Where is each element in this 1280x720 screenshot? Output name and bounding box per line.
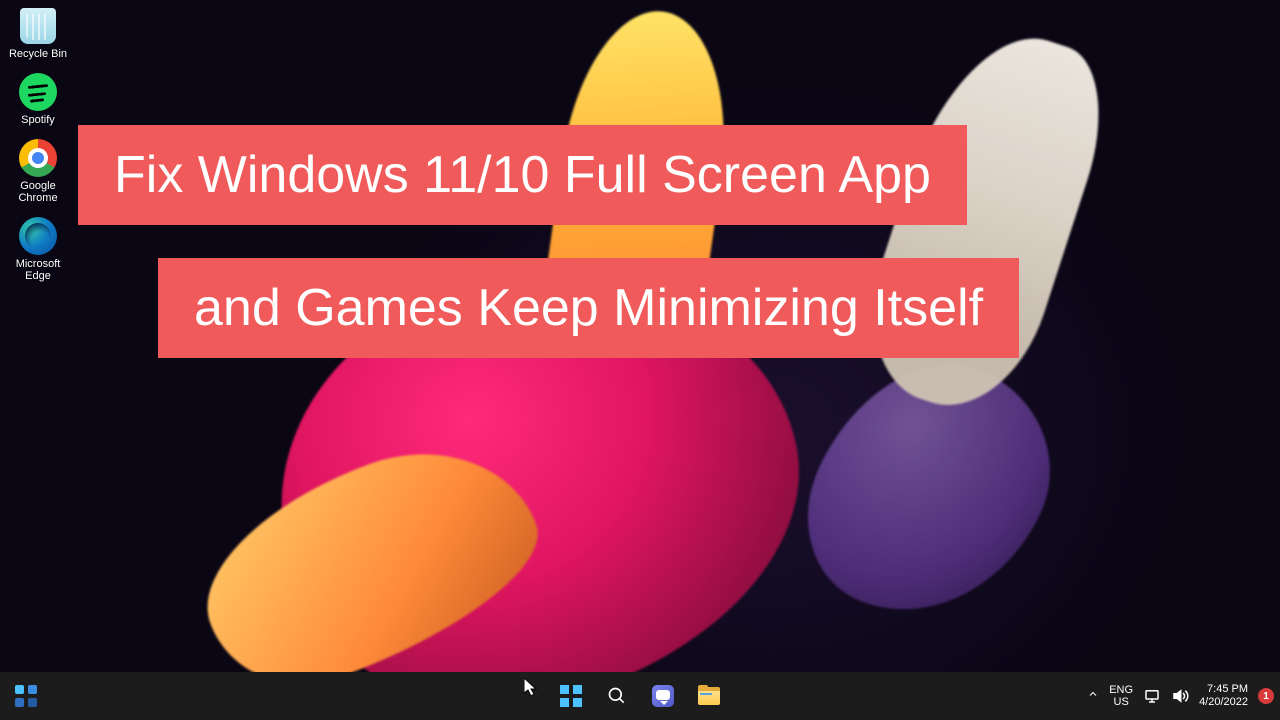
tray-date: 4/20/2022 — [1199, 696, 1248, 709]
desktop-icon-label: Microsoft Edge — [6, 258, 70, 282]
tray-volume-button[interactable] — [1171, 687, 1189, 705]
tray-clock-button[interactable]: 7:45 PM 4/20/2022 — [1199, 683, 1248, 708]
taskbar-widgets-button[interactable] — [6, 676, 46, 716]
file-explorer-icon — [698, 687, 720, 705]
overlay-title-line-1: Fix Windows 11/10 Full Screen App — [78, 125, 967, 225]
tray-network-button[interactable] — [1143, 687, 1161, 705]
edge-icon — [18, 216, 58, 256]
desktop-icon-recycle-bin[interactable]: Recycle Bin — [4, 4, 72, 62]
tray-language-top: ENG — [1109, 684, 1133, 696]
desktop-icon-chrome[interactable]: Google Chrome — [4, 136, 72, 206]
chat-icon — [652, 685, 674, 707]
taskbar-start-button[interactable] — [551, 676, 591, 716]
tray-time: 7:45 PM — [1199, 683, 1248, 696]
network-icon — [1143, 687, 1161, 705]
desktop-icon-spotify[interactable]: Spotify — [4, 70, 72, 128]
overlay-title-line-2: and Games Keep Minimizing Itself — [158, 258, 1019, 358]
desktop[interactable]: Recycle Bin Spotify Google Chrome Micros… — [0, 0, 1280, 720]
desktop-icons: Recycle Bin Spotify Google Chrome Micros… — [4, 4, 72, 285]
taskbar: ENG US 7:45 PM 4/20/2022 1 — [0, 672, 1280, 720]
windows-start-icon — [560, 685, 582, 707]
search-icon — [607, 686, 627, 706]
taskbar-search-button[interactable] — [597, 676, 637, 716]
taskbar-chat-button[interactable] — [643, 676, 683, 716]
chrome-icon — [18, 138, 58, 178]
tray-language-button[interactable]: ENG US — [1109, 684, 1133, 708]
desktop-icon-label: Spotify — [21, 114, 55, 126]
tray-show-hidden-icons[interactable] — [1087, 687, 1099, 705]
recycle-bin-icon — [18, 6, 58, 46]
chevron-up-icon — [1087, 688, 1099, 700]
spotify-icon — [18, 72, 58, 112]
tray-notifications-button[interactable]: 1 — [1258, 688, 1274, 704]
desktop-icon-label: Google Chrome — [6, 180, 70, 204]
widgets-icon — [15, 685, 37, 707]
volume-icon — [1171, 687, 1189, 705]
tray-language-bottom: US — [1109, 696, 1133, 708]
taskbar-file-explorer-button[interactable] — [689, 676, 729, 716]
desktop-icon-label: Recycle Bin — [9, 48, 67, 60]
notification-badge-count: 1 — [1263, 691, 1269, 702]
desktop-icon-edge[interactable]: Microsoft Edge — [4, 214, 72, 284]
wallpaper — [0, 0, 1280, 720]
